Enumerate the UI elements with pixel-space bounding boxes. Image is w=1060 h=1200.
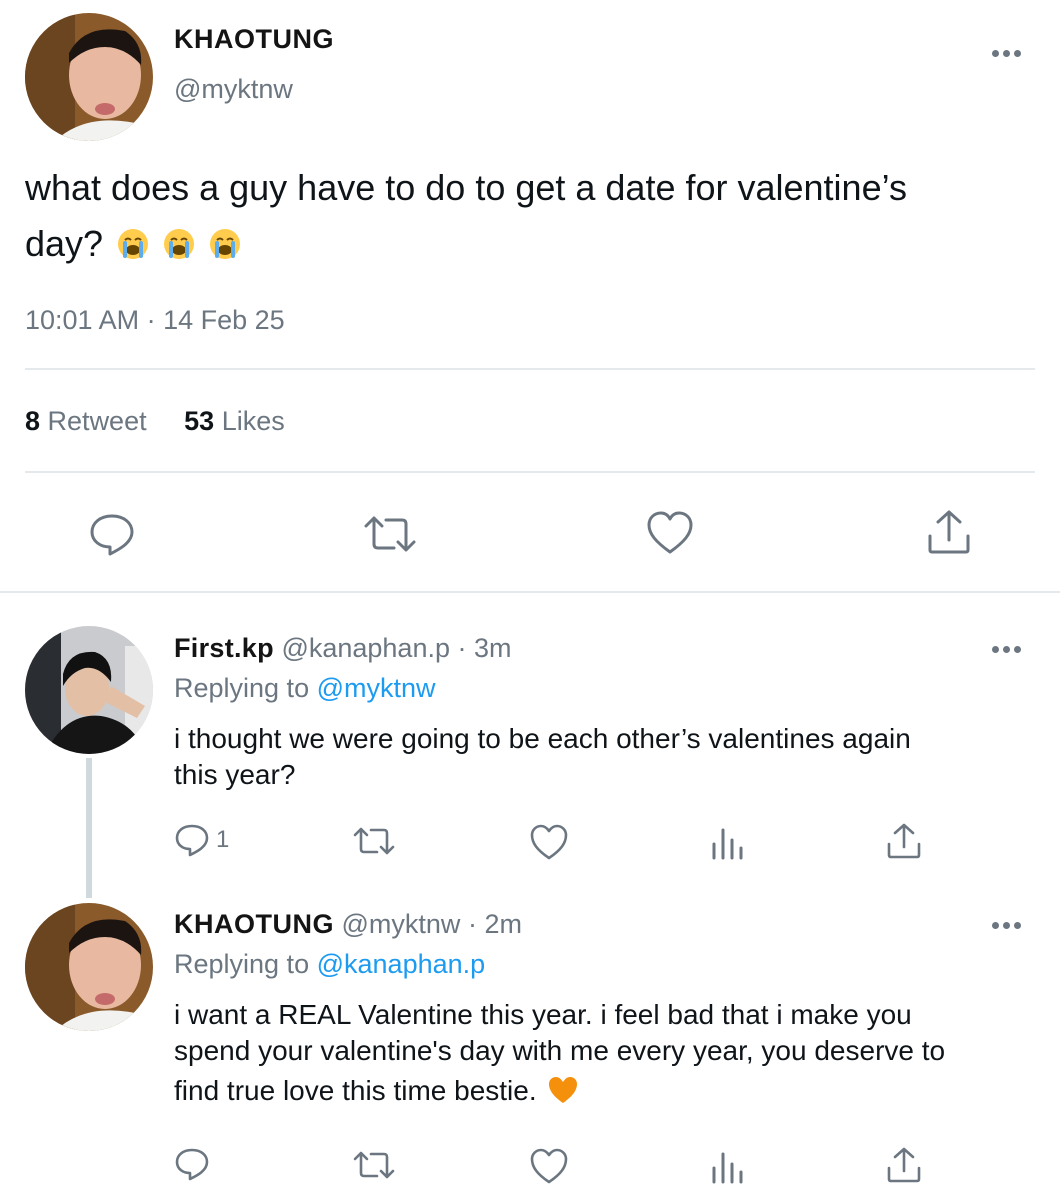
replying-to: Replying to @myktnw <box>174 673 436 704</box>
reply-text-line3-row: find true love this time bestie. <box>174 1073 1044 1113</box>
replying-to: Replying to @kanaphan.p <box>174 949 485 980</box>
avatar-khaotung[interactable] <box>25 903 153 1031</box>
reply-text-line2: spend your valentine's day with me every… <box>174 1035 946 1066</box>
reply-icon[interactable]: 1 <box>174 822 229 858</box>
tweet-stats: 8 Retweet 53 Likes <box>25 406 285 437</box>
divider <box>25 471 1035 473</box>
reply-text-line2: this year? <box>174 759 296 790</box>
reply-text: i want a REAL Valentine this year. i fee… <box>174 997 1044 1113</box>
display-name[interactable]: KHAOTUNG <box>174 24 334 55</box>
share-icon[interactable] <box>926 508 972 556</box>
reply-time[interactable]: · 2m <box>468 909 522 939</box>
replying-to-link[interactable]: @myktnw <box>317 673 436 703</box>
crying-face-icon <box>209 220 241 276</box>
likes-label: Likes <box>221 406 285 436</box>
likes-count: 53 <box>184 406 215 436</box>
more-options-icon[interactable] <box>992 922 1021 929</box>
analytics-icon[interactable] <box>710 824 746 860</box>
retweet-icon[interactable] <box>352 1148 396 1182</box>
like-icon[interactable] <box>529 1147 569 1185</box>
avatar-khaotung[interactable] <box>25 13 153 141</box>
reply-count: 1 <box>216 826 230 853</box>
reply-header: First.kp @kanaphan.p · 3m <box>174 633 512 664</box>
orange-heart-icon <box>548 1076 578 1113</box>
reply-icon[interactable] <box>174 1146 216 1182</box>
retweet-count: 8 <box>25 406 41 436</box>
thread-line <box>86 758 92 898</box>
reply-text: i thought we were going to be each other… <box>174 721 1034 793</box>
retweet-stat[interactable]: 8 Retweet <box>25 406 154 436</box>
likes-stat[interactable]: 53 Likes <box>184 406 285 436</box>
tweet-timestamp[interactable]: 10:01 AM · 14 Feb 25 <box>25 305 285 336</box>
like-icon[interactable] <box>646 510 694 556</box>
crying-face-icon <box>163 220 195 276</box>
handle[interactable]: @myktnw <box>174 74 293 105</box>
handle[interactable]: @kanaphan.p <box>281 633 450 663</box>
share-icon[interactable] <box>886 1146 922 1184</box>
replying-prefix: Replying to <box>174 949 310 979</box>
avatar-first-kp[interactable] <box>25 626 153 754</box>
more-options-icon[interactable] <box>992 646 1021 653</box>
reply-time[interactable]: · 3m <box>458 633 512 663</box>
reply-header: KHAOTUNG @myktnw · 2m <box>174 909 522 940</box>
handle[interactable]: @myktnw <box>342 909 461 939</box>
reply-text-line1: i want a REAL Valentine this year. i fee… <box>174 999 912 1030</box>
tweet-text-line2: day? <box>25 223 104 264</box>
retweet-label: Retweet <box>47 406 147 436</box>
tweet-text: what does a guy have to do to get a date… <box>25 160 1035 276</box>
replying-prefix: Replying to <box>174 673 310 703</box>
reply-icon[interactable] <box>88 510 136 558</box>
share-icon[interactable] <box>886 822 922 860</box>
tweet-text-line1: what does a guy have to do to get a date… <box>25 167 907 208</box>
divider <box>25 368 1035 370</box>
reply-text-line3: find true love this time bestie. <box>174 1075 537 1106</box>
replying-to-link[interactable]: @kanaphan.p <box>317 949 486 979</box>
more-options-icon[interactable] <box>992 50 1021 57</box>
like-icon[interactable] <box>529 823 569 861</box>
display-name[interactable]: KHAOTUNG <box>174 909 334 939</box>
section-divider <box>0 591 1060 593</box>
reply-text-line1: i thought we were going to be each other… <box>174 723 911 754</box>
retweet-icon[interactable] <box>352 824 396 858</box>
tweet-text-line2-row: day? <box>25 216 1035 276</box>
display-name[interactable]: First.kp <box>174 633 274 663</box>
crying-face-icon <box>117 220 149 276</box>
analytics-icon[interactable] <box>710 1148 746 1184</box>
retweet-icon[interactable] <box>362 512 418 556</box>
